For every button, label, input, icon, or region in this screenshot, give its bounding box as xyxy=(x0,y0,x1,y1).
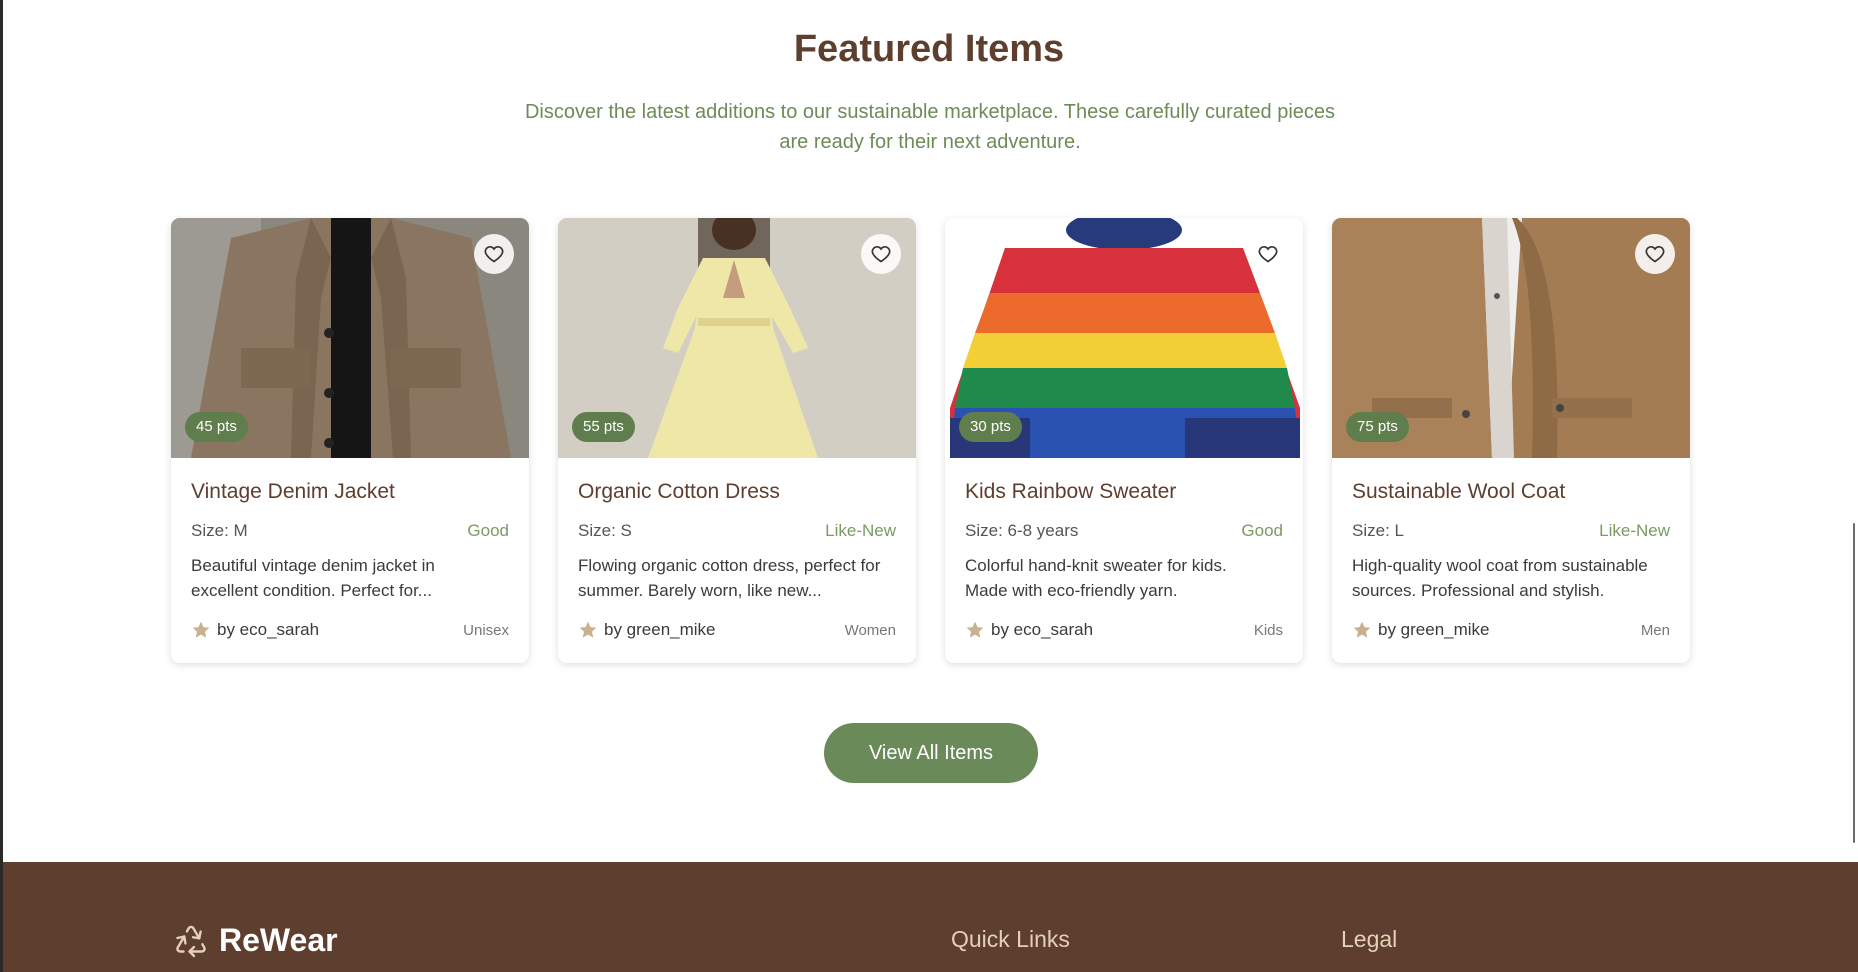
favorite-button[interactable] xyxy=(474,234,514,274)
brand-name: ReWear xyxy=(219,922,338,958)
description-line-1: High-quality wool coat from sustainable xyxy=(1352,556,1648,575)
star-icon xyxy=(192,621,210,638)
item-title[interactable]: Vintage Denim Jacket xyxy=(191,478,509,506)
description-line-1: Beautiful vintage denim jacket in xyxy=(191,556,435,575)
subtitle-line-1: Discover the latest additions to our sus… xyxy=(524,101,1336,123)
item-card[interactable]: 30 pts Kids Rainbow Sweater Size: 6-8 ye… xyxy=(945,218,1303,663)
site-footer: ReWear Quick Links Legal xyxy=(3,862,1858,972)
footer-heading-quick-links: Quick Links xyxy=(951,926,1070,952)
item-size: Size: M xyxy=(191,521,248,540)
description-line-1: Flowing organic cotton dress, perfect fo… xyxy=(578,556,881,575)
heart-icon xyxy=(484,245,504,263)
footer-heading-legal: Legal xyxy=(1341,926,1398,952)
item-title[interactable]: Sustainable Wool Coat xyxy=(1352,478,1670,506)
footer-brand[interactable]: ReWear xyxy=(173,922,338,959)
item-title[interactable]: Organic Cotton Dress xyxy=(578,478,896,506)
item-size: Size: S xyxy=(578,521,632,540)
favorite-button[interactable] xyxy=(1248,234,1288,274)
item-size: Size: 6-8 years xyxy=(965,521,1079,540)
item-owner: by eco_sarah xyxy=(191,620,319,640)
item-condition: Good xyxy=(467,521,509,540)
item-image[interactable]: 75 pts xyxy=(1332,218,1690,458)
favorite-button[interactable] xyxy=(1635,234,1675,274)
recycle-icon xyxy=(176,925,206,957)
item-owner: by eco_sarah xyxy=(965,620,1093,640)
item-condition: Like-New xyxy=(1599,521,1670,540)
favorite-button[interactable] xyxy=(861,234,901,274)
heart-icon xyxy=(1645,245,1665,263)
item-condition: Like-New xyxy=(825,521,896,540)
item-description: High-quality wool coat from sustainable … xyxy=(1352,553,1670,603)
description-line-2: Made with eco-friendly yarn. xyxy=(965,581,1178,600)
item-category: Women xyxy=(844,621,896,639)
item-category: Kids xyxy=(1253,621,1283,639)
star-icon xyxy=(966,621,984,638)
item-image[interactable]: 45 pts xyxy=(171,218,529,458)
points-badge: 45 pts xyxy=(185,412,248,442)
item-size: Size: L xyxy=(1352,521,1404,540)
scrollbar-thumb[interactable] xyxy=(1853,523,1855,843)
item-category: Unisex xyxy=(463,621,509,639)
description-line-2: summer. Barely worn, like new... xyxy=(578,581,822,600)
section-subtitle: Discover the latest additions to our sus… xyxy=(500,97,1360,157)
item-card[interactable]: 75 pts Sustainable Wool Coat Size: L Lik… xyxy=(1332,218,1690,663)
item-owner: by green_mike xyxy=(1352,620,1490,640)
item-condition: Good xyxy=(1241,521,1283,540)
section-title: Featured Items xyxy=(793,28,1065,70)
scrollbar[interactable] xyxy=(1844,0,1858,862)
owner-name: by eco_sarah xyxy=(991,620,1094,639)
owner-name: by green_mike xyxy=(1378,620,1490,639)
item-image[interactable]: 30 pts xyxy=(945,218,1303,458)
owner-name: by eco_sarah xyxy=(217,620,320,639)
item-description: Beautiful vintage denim jacket in excell… xyxy=(191,553,509,603)
description-line-2: sources. Professional and stylish. xyxy=(1352,581,1605,600)
item-description: Flowing organic cotton dress, perfect fo… xyxy=(578,553,896,603)
star-icon xyxy=(579,621,597,638)
item-grid: 45 pts Vintage Denim Jacket Size: M Good… xyxy=(171,218,1691,663)
description-line-2: excellent condition. Perfect for... xyxy=(191,581,432,600)
subtitle-line-2: are ready for their next adventure. xyxy=(779,131,1081,153)
featured-section: Featured Items Discover the latest addit… xyxy=(0,0,1858,862)
view-all-items-button[interactable]: View All Items xyxy=(824,723,1038,783)
item-card[interactable]: 45 pts Vintage Denim Jacket Size: M Good… xyxy=(171,218,529,663)
item-owner: by green_mike xyxy=(578,620,716,640)
description-line-1: Colorful hand-knit sweater for kids. xyxy=(965,556,1227,575)
owner-name: by green_mike xyxy=(604,620,716,639)
item-image[interactable]: 55 pts xyxy=(558,218,916,458)
points-badge: 30 pts xyxy=(959,412,1022,442)
points-badge: 75 pts xyxy=(1346,412,1409,442)
heart-icon xyxy=(871,245,891,263)
heart-icon xyxy=(1258,245,1278,263)
item-description: Colorful hand-knit sweater for kids. Mad… xyxy=(965,553,1283,603)
item-category: Men xyxy=(1640,621,1670,639)
star-icon xyxy=(1353,621,1371,638)
item-card[interactable]: 55 pts Organic Cotton Dress Size: S Like… xyxy=(558,218,916,663)
item-title[interactable]: Kids Rainbow Sweater xyxy=(965,478,1283,506)
points-badge: 55 pts xyxy=(572,412,635,442)
